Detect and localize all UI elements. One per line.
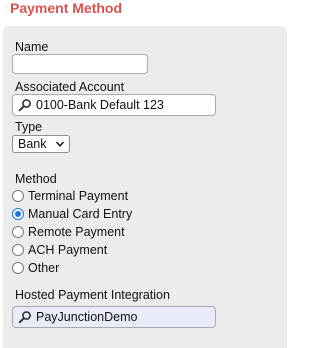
method-option-label: Other <box>28 261 60 275</box>
chevron-down-icon <box>53 140 67 148</box>
name-label: Name <box>15 40 49 54</box>
associated-account-value: 0100-Bank Default 123 <box>36 98 164 112</box>
section-title: Payment Method <box>10 0 123 16</box>
search-icon[interactable] <box>16 308 34 326</box>
radio-button[interactable] <box>12 244 24 256</box>
search-icon[interactable] <box>16 96 34 114</box>
method-option-label: Terminal Payment <box>28 189 129 203</box>
method-option-terminal-payment[interactable]: Terminal Payment <box>12 188 128 204</box>
method-option-ach-payment[interactable]: ACH Payment <box>12 242 107 258</box>
radio-button-selected[interactable] <box>12 208 24 220</box>
associated-account-label: Associated Account <box>15 80 125 94</box>
method-label: Method <box>15 172 57 186</box>
type-label: Type <box>15 120 43 134</box>
radio-button[interactable] <box>12 262 24 274</box>
hosted-payment-integration-label: Hosted Payment Integration <box>15 288 170 302</box>
method-option-remote-payment[interactable]: Remote Payment <box>12 224 125 240</box>
method-option-other[interactable]: Other <box>12 260 59 276</box>
name-field[interactable] <box>12 54 148 74</box>
method-option-label: ACH Payment <box>28 243 108 257</box>
radio-button[interactable] <box>12 190 24 202</box>
method-option-manual-card-entry[interactable]: Manual Card Entry <box>12 206 132 222</box>
method-option-label: Remote Payment <box>28 225 125 239</box>
radio-button[interactable] <box>12 226 24 238</box>
method-option-label: Manual Card Entry <box>28 207 133 221</box>
type-select-value: Bank <box>18 137 47 151</box>
hosted-payment-integration-lookup[interactable]: PayJunctionDemo <box>12 306 216 328</box>
hosted-payment-integration-value: PayJunctionDemo <box>36 310 138 324</box>
associated-account-lookup[interactable]: 0100-Bank Default 123 <box>12 94 216 116</box>
type-select[interactable]: Bank <box>12 135 70 153</box>
